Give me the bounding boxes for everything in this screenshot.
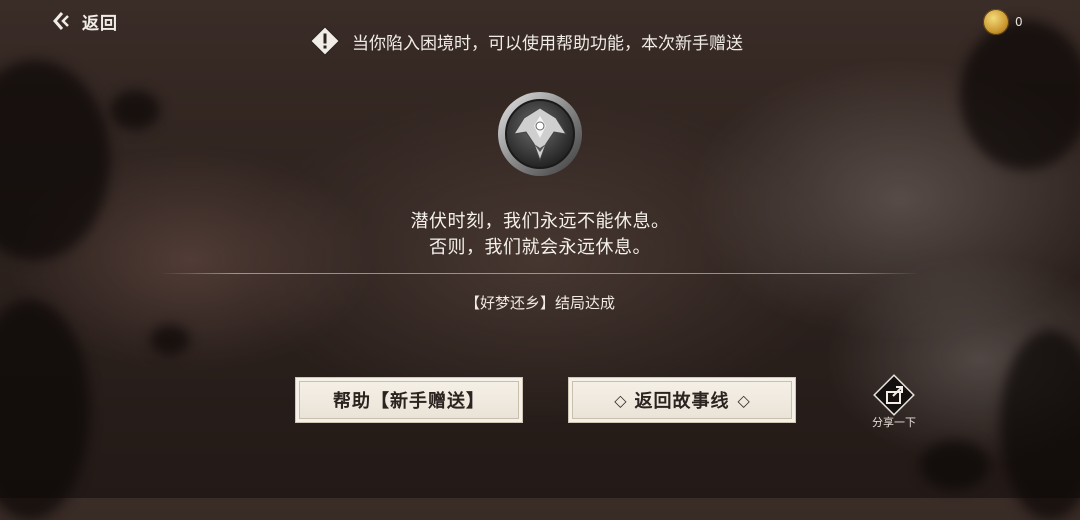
ink-splatter bbox=[0, 60, 110, 260]
help-button-label: 帮助【新手赠送】 bbox=[333, 391, 485, 412]
chevron-left-icon bbox=[53, 12, 69, 30]
bee-emblem-icon bbox=[498, 92, 582, 176]
quote-line-1: 潜伏时刻，我们永远不能休息。 bbox=[410, 211, 670, 232]
share-icon bbox=[873, 374, 915, 416]
divider bbox=[160, 273, 920, 274]
coin-counter: 0 bbox=[983, 9, 1023, 35]
ending-achieved-text: 【好梦还乡】结局达成 bbox=[464, 294, 615, 312]
diamond-icon: ◇ bbox=[614, 390, 627, 410]
return-button-label: 返回故事线 bbox=[634, 391, 730, 412]
quote-line-2: 否则，我们就会永远休息。 bbox=[429, 237, 651, 258]
back-button[interactable]: 返回 bbox=[52, 8, 118, 34]
return-storyline-button[interactable]: ◇ 返回故事线 ◇ bbox=[568, 377, 796, 423]
ink-splatter bbox=[0, 300, 90, 520]
hint-banner: 当你陷入困境时，可以使用帮助功能，本次新手赠送 bbox=[308, 24, 743, 58]
exclamation-diamond-icon bbox=[310, 26, 340, 56]
help-button[interactable]: 帮助【新手赠送】 bbox=[295, 377, 523, 423]
coin-count: 0 bbox=[1015, 15, 1023, 29]
ink-splatter bbox=[960, 20, 1080, 170]
hint-text: 当你陷入困境时，可以使用帮助功能，本次新手赠送 bbox=[352, 33, 743, 54]
ink-splatter bbox=[110, 90, 160, 130]
diamond-icon: ◇ bbox=[737, 390, 750, 410]
coin-icon bbox=[983, 9, 1009, 35]
back-label: 返回 bbox=[82, 13, 118, 34]
ink-splatter bbox=[150, 325, 190, 355]
ink-splatter bbox=[920, 440, 990, 490]
share-button[interactable]: 分享一下 bbox=[866, 372, 922, 430]
share-label: 分享一下 bbox=[872, 416, 916, 429]
ink-splatter bbox=[1000, 330, 1080, 520]
